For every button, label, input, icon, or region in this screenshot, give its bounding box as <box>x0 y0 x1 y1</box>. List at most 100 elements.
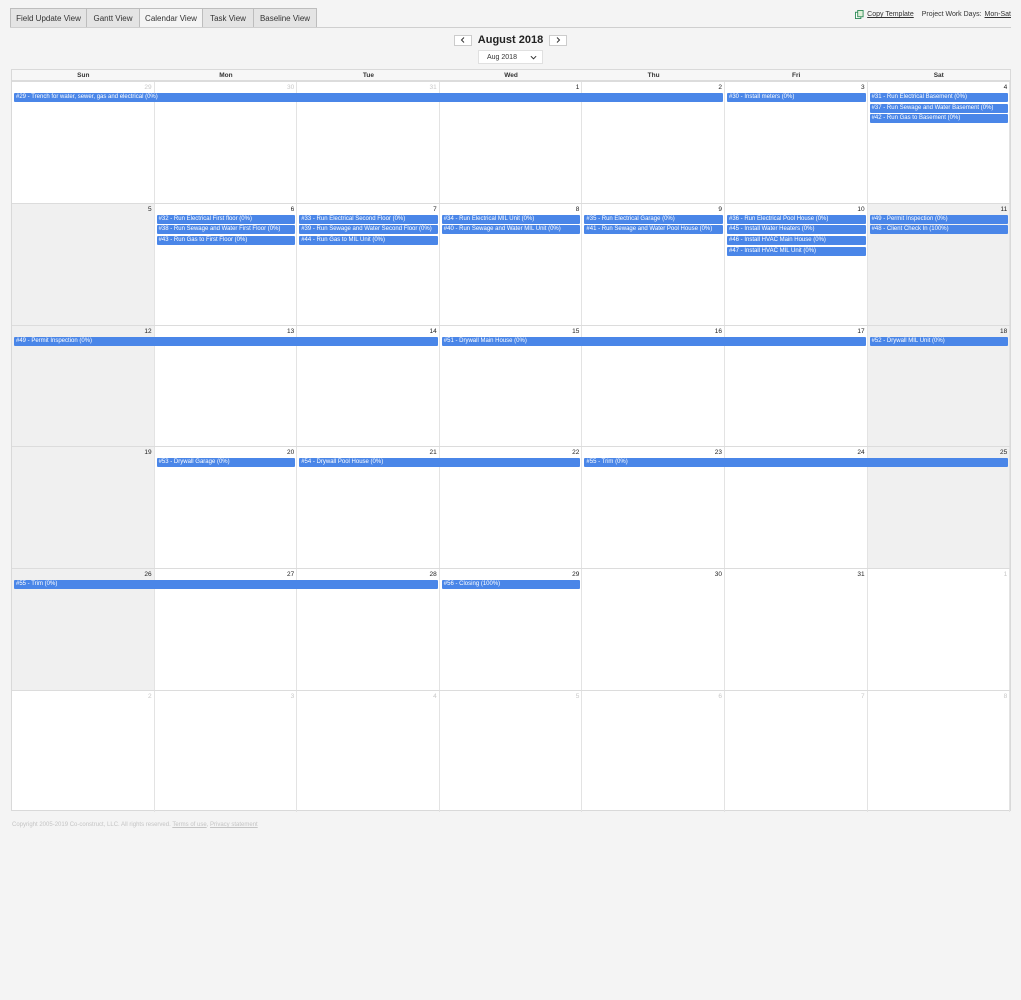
day-number: 23 <box>714 449 722 457</box>
terms-link[interactable]: Terms of use <box>172 822 206 828</box>
calendar-event[interactable]: #49 - Permit Inspection (0%) <box>869 214 1009 224</box>
calendar-event[interactable]: #38 - Run Sewage and Water First Floor (… <box>156 225 296 235</box>
day-number: 31 <box>429 84 437 91</box>
month-select-value: Aug 2018 <box>487 53 517 61</box>
calendar-event[interactable]: #46 - Install HVAC Main House (0%) <box>727 236 866 246</box>
day-number: 3 <box>290 693 295 700</box>
prev-month-button[interactable] <box>453 34 472 46</box>
tab-gantt-view[interactable]: Gantt View <box>86 8 140 28</box>
day-number: 4 <box>433 693 437 700</box>
day-number: 27 <box>286 571 295 579</box>
calendar-event[interactable]: #47 - Install HVAC MIL Unit (0%) <box>727 246 866 256</box>
calendar-event[interactable]: #30 - Install meters (0%) <box>727 93 866 102</box>
calendar-event[interactable]: #44 - Run Gas to MIL Unit (0%) <box>299 236 438 246</box>
day-number: 3 <box>860 84 865 91</box>
calendar-day-cell[interactable]: 19 <box>12 447 155 569</box>
day-number: 1 <box>575 84 580 91</box>
calendar-day-cell[interactable]: 30 <box>582 569 725 690</box>
day-number: 30 <box>714 571 722 579</box>
day-number: 8 <box>1003 693 1008 700</box>
day-number: 28 <box>429 571 437 579</box>
calendar-week: 19 20 21 22 23 24 25 #53 - Drywall Garage (0%) #… <box>12 446 1011 569</box>
calendar-event[interactable]: #42 - Run Gas to Basement (0%) <box>869 114 1009 124</box>
calendar-event[interactable]: #56 - Closing (100%) <box>441 580 581 590</box>
calendar-day-cell[interactable]: 5 <box>440 691 583 812</box>
day-number: 11 <box>1000 205 1008 213</box>
month-select[interactable]: Aug 2018 <box>478 50 543 64</box>
day-number: 29 <box>572 571 580 579</box>
calendar-week: 5 6 7 8 9 10 11 #32 - Run Electrical First floo… <box>12 202 1011 325</box>
tab-calendar-view[interactable]: Calendar View <box>139 8 203 28</box>
calendar-week: 2 3 4 5 6 7 8 <box>12 690 1011 812</box>
day-number: 16 <box>714 327 722 335</box>
next-month-button[interactable] <box>549 34 568 46</box>
calendar-event[interactable]: #52 - Drywall MIL Unit (0%) <box>869 336 1009 346</box>
calendar-event[interactable]: #41 - Run Sewage and Water Pool House (0… <box>584 225 723 235</box>
calendar-week: 12 13 14 15 16 17 18 #49 - Permit Inspection (0… <box>12 324 1011 447</box>
calendar-event[interactable]: #43 - Run Gas to First Floor (0%) <box>156 236 296 246</box>
chevron-left-icon <box>460 37 465 43</box>
calendar-event[interactable]: #29 - Trench for water, sewer, gas and e… <box>14 93 723 102</box>
calendar-event[interactable]: #36 - Run Electrical Pool House (0%) <box>727 214 866 224</box>
calendar-event[interactable]: #54 - Drywall Pool House (0%) <box>299 458 581 468</box>
calendar-week: 29 30 31 1 2 3 4 #29 - Trench for water, sewer,… <box>12 81 1011 203</box>
day-of-week-sun: Sun <box>77 72 90 79</box>
calendar-event[interactable]: #55 - Trim (0%) <box>14 580 438 590</box>
calendar-day-cell[interactable]: 8 <box>868 691 1011 812</box>
day-of-week-tue: Tue <box>362 72 374 79</box>
tab-task-view[interactable]: Task View <box>202 8 254 28</box>
calendar-event[interactable]: #48 - Client Check In (100%) <box>869 225 1009 235</box>
day-number: 2 <box>718 84 722 91</box>
calendar-event[interactable]: #32 - Run Electrical First floor (0%) <box>156 214 296 224</box>
calendar-day-cell[interactable]: 2 <box>12 691 155 812</box>
day-of-week-wed: Wed <box>504 72 518 79</box>
calendar-day-cell[interactable]: 7 <box>725 691 868 812</box>
tab-baseline-view[interactable]: Baseline View <box>253 8 317 28</box>
day-number: 5 <box>147 205 152 213</box>
calendar-event[interactable]: #37 - Run Sewage and Water Basement (0%) <box>869 103 1009 113</box>
calendar-event[interactable]: #40 - Run Sewage and Water MIL Unit (0%) <box>441 225 581 235</box>
calendar-day-cell[interactable]: 5 <box>12 203 155 325</box>
day-number: 1 <box>1003 571 1008 579</box>
calendar-event[interactable]: #49 - Permit Inspection (0%) <box>14 336 438 346</box>
day-number: 10 <box>857 205 865 213</box>
day-of-week-fri: Fri <box>792 72 801 79</box>
calendar-day-cell[interactable]: 4 <box>297 691 440 812</box>
day-number: 6 <box>290 205 295 213</box>
chevron-right-icon <box>556 37 561 43</box>
calendar-event[interactable]: #31 - Run Electrical Basement (0%) <box>869 93 1009 102</box>
calendar-day-cell[interactable]: 6 <box>582 691 725 812</box>
copy-template-link[interactable]: Copy Template <box>867 11 914 18</box>
calendar-day-cell[interactable]: 1 <box>868 569 1011 690</box>
calendar-day-cell[interactable]: 31 <box>725 569 868 690</box>
calendar-event[interactable]: #35 - Run Electrical Garage (0%) <box>584 214 723 224</box>
calendar-event[interactable]: #51 - Drywall Main House (0%) <box>441 336 866 346</box>
day-number: 19 <box>144 449 152 457</box>
tab-field-update-view[interactable]: Field Update View <box>10 8 87 28</box>
calendar-event[interactable]: #53 - Drywall Garage (0%) <box>156 458 296 468</box>
calendar-event[interactable]: #55 - Trim (0%) <box>584 458 1009 468</box>
work-days-link[interactable]: Mon-Sat <box>985 11 1011 18</box>
calendar-event[interactable]: #39 - Run Sewage and Water Second Floor … <box>299 225 438 235</box>
day-number: 15 <box>572 327 580 335</box>
calendar-grid: Sun Mon Tue Wed Thu Fri Sat 29 30 31 1 2 3 4 #29 - Tr… <box>11 69 1011 812</box>
day-number: 22 <box>572 449 580 457</box>
day-number: 29 <box>144 84 152 91</box>
privacy-link[interactable]: Privacy statement <box>210 822 258 828</box>
day-number: 30 <box>286 84 295 91</box>
day-number: 17 <box>857 327 865 335</box>
day-number: 25 <box>999 449 1008 457</box>
calendar-event[interactable]: #33 - Run Electrical Second Floor (0%) <box>299 214 438 224</box>
header-actions: Copy Template Project Work Days: Mon-Sat <box>855 10 1011 19</box>
day-number: 20 <box>286 449 295 457</box>
day-of-week-mon: Mon <box>219 72 233 79</box>
footer-separator: , <box>206 822 209 828</box>
day-of-week-thu: Thu <box>647 72 660 79</box>
calendar-day-cell[interactable]: 3 <box>155 691 298 812</box>
tab-divider <box>10 27 1011 28</box>
calendar-week: 26 27 28 29 30 31 1 #55 - Trim (0%) #56 - Closin… <box>12 568 1011 690</box>
calendar-event[interactable]: #45 - Install Water Heaters (0%) <box>727 225 866 235</box>
day-number: 12 <box>144 327 152 335</box>
day-number: 7 <box>433 205 437 213</box>
calendar-event[interactable]: #34 - Run Electrical MIL Unit (0%) <box>441 214 581 224</box>
